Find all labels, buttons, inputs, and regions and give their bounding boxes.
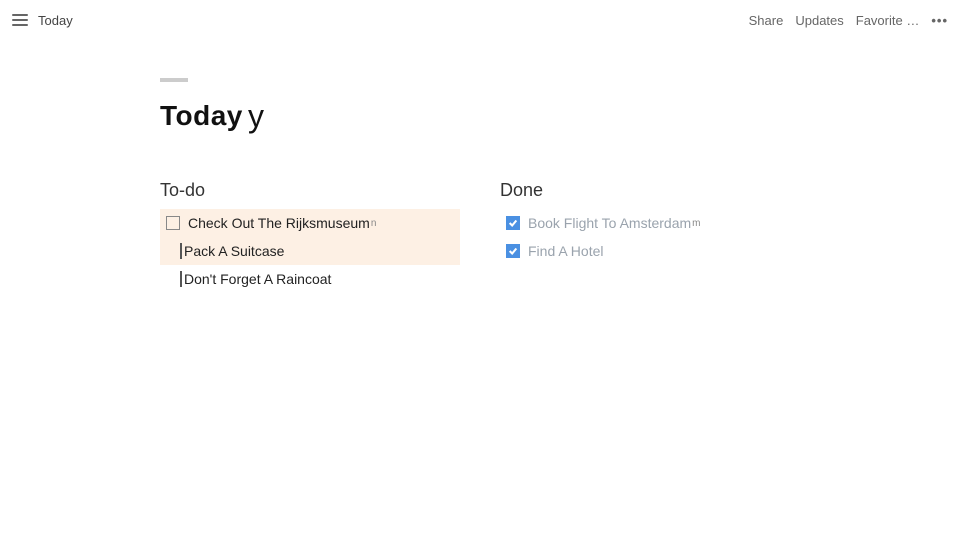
item-label: Find A Hotel bbox=[528, 243, 604, 259]
todo-list: Check Out The Rijksmuseumn Pack A Suitcas… bbox=[160, 209, 460, 293]
todo-column: To-do Check Out The Rijksmuseumn Pack A S… bbox=[160, 180, 460, 293]
title-artifact: y bbox=[248, 98, 264, 135]
list-item[interactable]: Find A Hotel bbox=[500, 237, 800, 265]
share-button[interactable]: Share bbox=[749, 13, 784, 28]
page-content: Today y To-do Check Out The Rijksmuseumn… bbox=[0, 40, 960, 293]
label-artifact: m bbox=[692, 218, 700, 229]
done-list: Book Flight To Amsterdamm Find A Hotel bbox=[500, 209, 800, 265]
list-item[interactable]: Don't Forget A Raincoat bbox=[160, 265, 460, 293]
menu-icon[interactable] bbox=[12, 12, 28, 28]
todo-header[interactable]: To-do bbox=[160, 180, 460, 201]
list-item[interactable]: Pack A Suitcase bbox=[160, 237, 460, 265]
checkbox-checked-icon[interactable] bbox=[506, 216, 520, 230]
item-label: Pack A Suitcase bbox=[184, 243, 284, 259]
text-cursor-icon bbox=[180, 243, 182, 259]
done-header[interactable]: Done bbox=[500, 180, 800, 201]
favorite-button[interactable]: Favorite … bbox=[856, 13, 920, 28]
topbar-left: Today bbox=[12, 12, 73, 28]
item-label: Check Out The Rijksmuseum bbox=[188, 215, 370, 231]
checkbox-checked-icon[interactable] bbox=[506, 244, 520, 258]
board-columns: To-do Check Out The Rijksmuseumn Pack A S… bbox=[160, 180, 960, 293]
title-area: Today y bbox=[160, 100, 960, 140]
page-title[interactable]: Today bbox=[160, 100, 960, 132]
list-item[interactable]: Check Out The Rijksmuseumn bbox=[160, 209, 460, 237]
done-column: Done Book Flight To Amsterdamm Find A Hot… bbox=[500, 180, 800, 293]
text-cursor-icon bbox=[180, 271, 182, 287]
more-icon[interactable]: ••• bbox=[931, 13, 948, 28]
updates-button[interactable]: Updates bbox=[795, 13, 843, 28]
topbar: Today Share Updates Favorite … ••• bbox=[0, 0, 960, 40]
list-item[interactable]: Book Flight To Amsterdamm bbox=[500, 209, 800, 237]
breadcrumb[interactable]: Today bbox=[38, 13, 73, 28]
checkbox-empty-icon[interactable] bbox=[166, 216, 180, 230]
item-label: Book Flight To Amsterdam bbox=[528, 215, 691, 231]
topbar-actions: Share Updates Favorite … ••• bbox=[749, 13, 948, 28]
label-artifact: n bbox=[371, 218, 377, 229]
item-label: Don't Forget A Raincoat bbox=[184, 271, 331, 287]
title-decoration bbox=[160, 78, 188, 82]
